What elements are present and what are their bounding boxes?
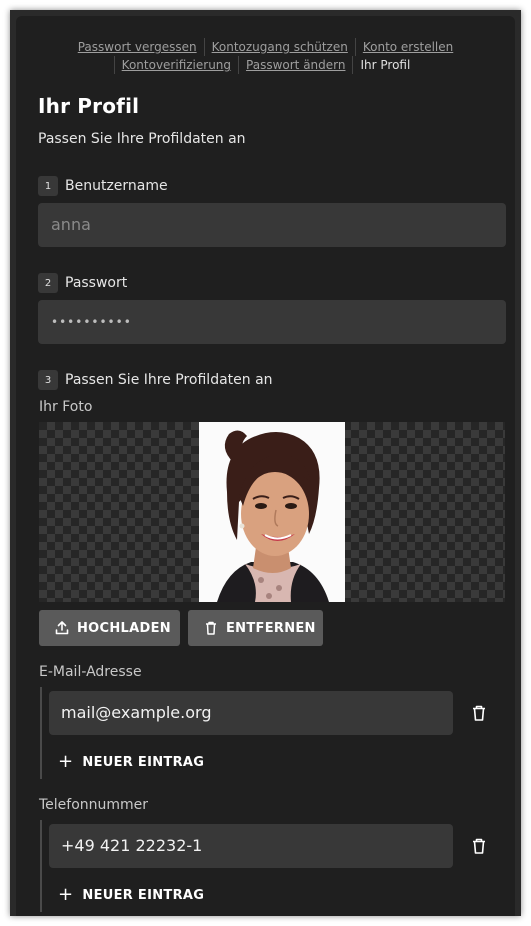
upload-button[interactable]: HOCHLADEN [39,610,180,646]
step-password: 2 Passwort [38,273,127,293]
profile-card: Passwort vergessen Kontozugang schützen … [16,16,515,916]
add-email-button[interactable]: + NEUER EINTRAG [58,753,204,771]
upload-icon [55,621,69,635]
delete-phone-icon[interactable] [471,837,487,855]
breadcrumb-link-verification[interactable]: Kontoverifizierung [113,56,238,74]
delete-email-icon[interactable] [471,704,487,722]
breadcrumb-link-password-forgotten[interactable]: Passwort vergessen [71,38,204,56]
phone-label: Telefonnummer [39,797,149,813]
step-profile-data: 3 Passen Sie Ihre Profildaten an [38,370,273,390]
add-phone-label: NEUER EINTRAG [82,887,205,903]
page-subtitle: Passen Sie Ihre Profildaten an [38,131,246,147]
window-frame: Passwort vergessen Kontozugang schützen … [10,10,521,916]
breadcrumb-link-change-password[interactable]: Passwort ändern [238,56,352,74]
plus-icon: + [58,751,74,772]
breadcrumb-row-2: Kontoverifizierung Passwort ändern Ihr P… [26,56,505,74]
breadcrumb-current: Ihr Profil [352,56,417,74]
email-field[interactable]: mail@example.org [49,691,453,735]
breadcrumb-row-1: Passwort vergessen Kontozugang schützen … [26,38,505,56]
step-number: 3 [38,370,58,390]
email-list-border [40,687,42,779]
step-number: 2 [38,273,58,293]
phone-list-border [40,820,42,912]
profile-photo-image [199,422,345,602]
trash-icon [206,621,216,635]
remove-label: ENTFERNEN [226,620,316,636]
breadcrumb-link-protect-account[interactable]: Kontozugang schützen [203,38,355,56]
step-label: Benutzername [65,178,168,194]
page-title: Ihr Profil [38,94,140,118]
step-label: Passen Sie Ihre Profildaten an [65,372,273,388]
step-number: 1 [38,176,58,196]
add-email-label: NEUER EINTRAG [82,754,205,770]
plus-icon: + [58,884,74,905]
password-input[interactable]: •••••••••• [38,300,506,344]
phone-field[interactable]: +49 421 22232-1 [49,824,453,868]
profile-photo [199,422,345,602]
upload-label: HOCHLADEN [77,620,171,636]
step-label: Passwort [65,275,128,291]
username-input[interactable]: anna [38,203,506,247]
photo-label: Ihr Foto [39,399,93,415]
step-username: 1 Benutzername [38,176,168,196]
remove-photo-button[interactable]: ENTFERNEN [188,610,323,646]
photo-preview-area [39,422,505,602]
email-label: E-Mail-Adresse [39,664,142,680]
add-phone-button[interactable]: + NEUER EINTRAG [58,886,204,904]
breadcrumb: Passwort vergessen Kontozugang schützen … [26,38,505,74]
breadcrumb-link-create-account[interactable]: Konto erstellen [354,38,460,56]
